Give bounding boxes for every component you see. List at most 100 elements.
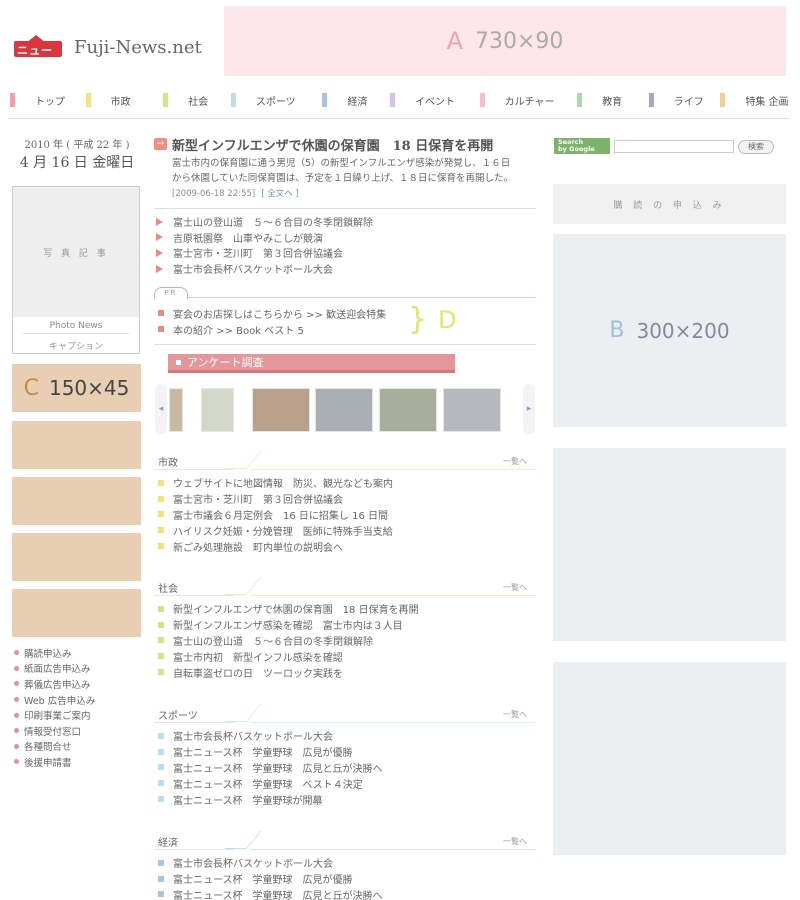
carousel-thumb[interactable] <box>201 388 234 432</box>
ad-banner-b3[interactable] <box>553 662 786 855</box>
section-title[interactable]: 市政 <box>158 454 178 469</box>
side-link[interactable]: 紙面広告申込み <box>14 661 144 677</box>
bullet-icon <box>14 743 19 749</box>
square-bullet-icon <box>158 605 164 612</box>
section-more-link[interactable]: 一覧へ <box>503 836 527 847</box>
section-more-link[interactable]: 一覧へ <box>503 709 527 720</box>
headline-item[interactable]: 吉原祇園祭 山車やみこしが競演 <box>156 230 536 246</box>
top-story-body-line: 富士市内の保育園に通う男児（5）の新型インフルエンザ感染が発覚し、１６日 <box>172 158 511 169</box>
section-item[interactable]: 富士ニュース杯 学童野球 広見が優勝 <box>158 744 538 760</box>
side-link[interactable]: 購読申込み <box>14 645 144 661</box>
section-title[interactable]: 経済 <box>158 834 178 849</box>
nav-item[interactable]: 市政 <box>85 88 164 112</box>
nav-item[interactable]: カルチャー <box>479 88 578 112</box>
date-day: 4 月 16 日 金曜日 <box>19 155 135 171</box>
section-item[interactable]: 富士市内初 新型インフル感染を確認 <box>158 648 538 664</box>
ad-banner-c4[interactable] <box>12 533 141 581</box>
ad-banner-c3[interactable] <box>12 477 141 525</box>
headline-item[interactable]: 富士山の登山道 ５～６合目の冬季閉鎖解除 <box>156 214 536 230</box>
side-link[interactable]: 情報受付窓口 <box>14 723 144 739</box>
triangle-bullet-icon <box>156 217 163 226</box>
ad-banner-c1[interactable]: C 150×45 <box>12 364 141 412</box>
arrow-icon: → <box>154 138 167 150</box>
search-button[interactable]: 検索 <box>738 140 774 154</box>
section-title[interactable]: スポーツ <box>158 707 198 722</box>
side-link[interactable]: 各種問合せ <box>14 739 144 755</box>
nav-item[interactable]: 経済 <box>322 88 390 112</box>
square-bullet-icon <box>158 669 164 676</box>
photo-caption: キャプション <box>48 342 103 352</box>
photo-placeholder[interactable]: 写 真 記 事 <box>13 187 139 317</box>
section-item[interactable]: 富士ニュース杯 学童野球が開幕 <box>158 791 538 807</box>
nav-color-bar <box>720 93 726 107</box>
section-item[interactable]: 富士市会長杯バスケットボール大会 <box>158 855 538 871</box>
top-story-timestamp: [2009-06-18 22:55] <box>172 189 256 199</box>
section-divider <box>250 722 536 723</box>
section-item[interactable]: 富士市会長杯バスケットボール大会 <box>158 728 538 744</box>
top-story-title[interactable]: 新型インフルエンザで休園の保育園 18 日保育を再開 <box>172 135 542 154</box>
ad-banner-c2[interactable] <box>12 421 141 469</box>
nav-item-label: 経済 <box>347 96 368 108</box>
section-divider <box>250 595 536 596</box>
top-story-body-line: から休園していた同保育園は、予定を１日繰り上げ、１８日に保育を再開した。 <box>172 173 514 184</box>
nav-item[interactable]: ライフ <box>648 88 721 112</box>
section-title[interactable]: 社会 <box>158 580 178 595</box>
side-link-label: 購読申込み <box>24 648 72 660</box>
carousel-thumb[interactable] <box>443 388 501 432</box>
search-input[interactable] <box>614 140 734 153</box>
side-link[interactable]: 葬儀広告申込み <box>14 676 144 692</box>
carousel-thumb[interactable] <box>169 388 183 432</box>
section-item[interactable]: 富士宮市・芝川町 第３回合併協議会 <box>158 491 538 507</box>
pr-link[interactable]: 本の紹介 >> Book ベスト 5 <box>158 321 428 337</box>
carousel-thumb[interactable] <box>379 388 437 432</box>
section-item[interactable]: 富士ニュース杯 学童野球 広見と丘が決勝へ <box>158 887 538 900</box>
nav-item[interactable]: イベント <box>390 88 480 112</box>
carousel-thumb[interactable] <box>315 388 373 432</box>
nav-item[interactable]: スポーツ <box>230 88 323 112</box>
section-item[interactable]: 富士ニュース杯 学童野球 ベスト４決定 <box>158 775 538 791</box>
side-link-label: 印刷事業ご案内 <box>24 711 91 723</box>
side-link[interactable]: Web 広告申込み <box>14 692 144 708</box>
section-item[interactable]: ウェブサイトに地図情報 防災、観光なども案内 <box>158 475 538 491</box>
section-more-link[interactable]: 一覧へ <box>503 582 527 593</box>
ad-banner-c5[interactable] <box>12 589 141 637</box>
nav-item-label: 教育 <box>602 96 623 108</box>
google-search-badge: Search by Google <box>554 138 610 154</box>
carousel-next-button[interactable]: ▸ <box>523 384 535 434</box>
section-item[interactable]: ハイリスク妊娠・分娩管理 医師に特殊手当支給 <box>158 522 538 538</box>
section-divider <box>154 595 234 596</box>
section-item[interactable]: 新型インフルエンザで休園の保育園 18 日保育を再開 <box>158 601 538 617</box>
section-item[interactable]: 富士市議会６月定例会 16 日に招集し 16 日間 <box>158 507 538 523</box>
ad-banner-b2[interactable] <box>553 448 786 641</box>
nav-item[interactable]: 特集 企画 <box>720 88 790 112</box>
section-item[interactable]: 新型インフルエンザ感染を確認 富士市内は３人目 <box>158 617 538 633</box>
nav-item[interactable]: トップ <box>10 88 86 112</box>
nav-item[interactable]: 社会 <box>163 88 231 112</box>
square-bullet-icon <box>158 527 164 534</box>
nav-item[interactable]: 教育 <box>577 88 649 112</box>
headline-item[interactable]: 富士宮市・芝川町 第３回合併協議会 <box>156 245 536 261</box>
section-more-link[interactable]: 一覧へ <box>503 456 527 467</box>
square-bullet-icon <box>158 732 164 739</box>
side-link[interactable]: 印刷事業ご案内 <box>14 707 144 723</box>
subscribe-banner[interactable]: 購 読 の 申 込 み <box>553 184 786 224</box>
ad-d-letter: D <box>438 306 457 334</box>
carousel-prev-button[interactable]: ◂ <box>155 384 167 434</box>
ad-banner-b1[interactable]: B 300×200 <box>553 234 786 427</box>
section-item[interactable]: 自転車盗ゼロの日 ツーロック実践を <box>158 664 538 680</box>
section-divider-curve <box>224 577 262 595</box>
photo-news-box[interactable]: 写 真 記 事 Photo News キャプション <box>12 186 140 354</box>
section-item[interactable]: 富士ニュース杯 学童野球 広見が優勝 <box>158 871 538 887</box>
ad-banner-a[interactable]: A 730×90 <box>224 6 786 76</box>
headline-item[interactable]: 富士市会長杯バスケットボール大会 <box>156 261 536 277</box>
section-item[interactable]: 富士ニュース杯 学童野球 広見と丘が決勝へ <box>158 760 538 776</box>
carousel-thumb[interactable] <box>252 388 310 432</box>
section-item[interactable]: 富士山の登山道 ５～６合目の冬季閉鎖解除 <box>158 633 538 649</box>
read-more-link[interactable]: [ 全文へ ] <box>261 189 299 199</box>
side-link[interactable]: 後援申請書 <box>14 754 144 770</box>
site-logo[interactable]: ニュース Fuji-News.net <box>14 32 204 73</box>
section-list: 富士市会長杯バスケットボール大会 富士ニュース杯 学童野球 広見が優勝 富士ニュース… <box>158 855 538 900</box>
section-item[interactable]: 新ごみ処理施設 町内単位の説明会へ <box>158 538 538 554</box>
survey-button[interactable]: アンケート調査 <box>168 354 455 373</box>
pr-link[interactable]: 宴会のお店探しはこちらから >> 歓送迎会特集 <box>158 305 428 321</box>
